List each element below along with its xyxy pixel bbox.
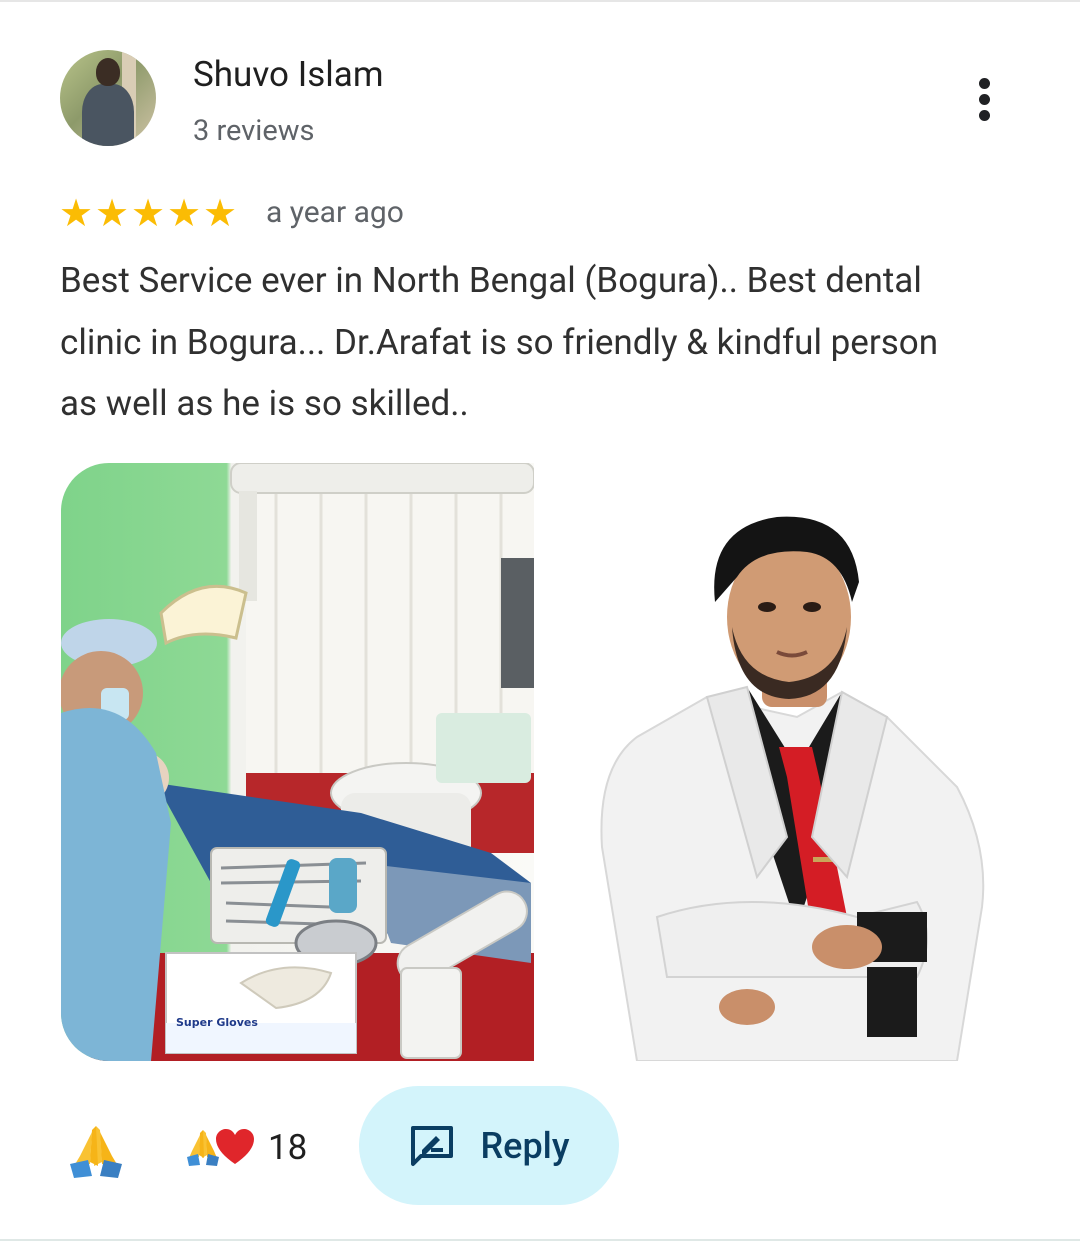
review-photo-doctor[interactable]	[597, 507, 989, 1061]
review-text: Best Service ever in North Bengal (Bogur…	[60, 260, 939, 424]
star-icon: ★	[59, 192, 94, 236]
reply-button[interactable]: Reply	[359, 1086, 619, 1205]
clinic-photo-illustration: Super Gloves	[61, 463, 534, 1061]
rating-stars: ★ ★ ★ ★ ★	[59, 194, 239, 234]
star-icon: ★	[131, 192, 166, 236]
review-time: a year ago	[266, 195, 404, 230]
reactions-summary[interactable]: 18	[186, 1124, 307, 1170]
glove-box-label: Super Gloves	[176, 1016, 258, 1029]
doctor-portrait-illustration	[600, 516, 985, 1061]
star-icon: ★	[167, 192, 202, 236]
reviewer-name[interactable]: Shuvo Islam	[193, 54, 384, 95]
reviewer-avatar[interactable]	[60, 50, 156, 146]
reply-icon	[410, 1125, 453, 1166]
avatar-person-head	[96, 58, 120, 86]
heart-icon	[216, 1129, 254, 1164]
reply-label: Reply	[480, 1124, 570, 1167]
reaction-count: 18	[268, 1126, 308, 1168]
star-icon: ★	[95, 192, 130, 236]
more-options-icon[interactable]	[968, 76, 1002, 124]
reviewer-review-count: 3 reviews	[193, 114, 315, 148]
pray-reaction-icon[interactable]	[66, 1120, 126, 1180]
review-photo-clinic[interactable]: Super Gloves	[61, 463, 534, 1061]
star-icon: ★	[203, 192, 238, 236]
review-card: Shuvo Islam 3 reviews ★ ★ ★ ★ ★ a year a…	[0, 0, 1080, 1241]
avatar-person-body	[82, 84, 134, 146]
